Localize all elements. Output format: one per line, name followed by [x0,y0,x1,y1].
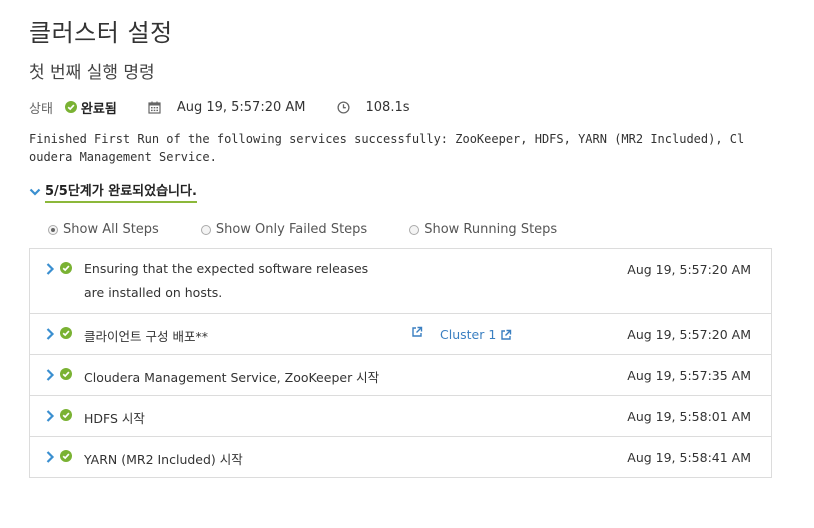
filter-label: Show All Steps [63,222,159,237]
radio-failed-steps[interactable] [200,224,211,235]
step-row: YARN (MR2 Included) 시작 Aug 19, 5:58:41 A… [30,436,771,477]
result-message: Finished First Run of the following serv… [29,132,745,164]
filter-label: Show Running Steps [424,222,558,237]
external-link-icon[interactable] [411,326,423,338]
step-name: Ensuring that the expected software rele… [84,261,369,300]
start-date: Aug 19, 5:57:20 AM [176,99,306,115]
step-filter: Show All Steps Show Only Failed Steps Sh… [48,222,599,237]
step-time: Aug 19, 5:57:20 AM [627,262,751,277]
filter-all-steps[interactable]: Show All Steps [48,222,159,237]
command-meta: 상태 완료됨 Aug 19, 5:57:20 AM 108.1s [29,97,410,117]
clock-icon [336,99,352,115]
chevron-right-icon[interactable] [45,450,55,464]
chevron-down-icon [29,187,41,197]
cluster-link[interactable]: Cluster 1 [440,325,512,345]
filter-failed-steps[interactable]: Show Only Failed Steps [200,222,368,237]
chevron-right-icon[interactable] [45,409,55,423]
check-circle-icon [60,262,72,274]
calendar-icon [147,99,163,115]
chevron-right-icon[interactable] [45,262,55,276]
step-name: YARN (MR2 Included) 시작 [84,452,243,467]
step-row: HDFS 시작 Aug 19, 5:58:01 AM [30,395,771,436]
step-row: 클라이언트 구성 배포** Cluster 1 Aug 19, 5:57:20 … [30,313,771,354]
step-name: Cloudera Management Service, ZooKeeper 시… [84,370,380,385]
check-circle-icon [60,327,72,339]
chevron-right-icon[interactable] [45,368,55,382]
step-time: Aug 19, 5:57:20 AM [627,327,751,342]
external-link-icon [496,329,512,341]
check-circle-icon [60,409,72,421]
step-row: Ensuring that the expected software rele… [30,249,771,313]
check-circle-icon [60,450,72,462]
page-title: 클러스터 설정 [29,19,173,47]
filter-label: Show Only Failed Steps [215,222,368,237]
status-value: 완료됨 [80,101,117,117]
filter-running-steps[interactable]: Show Running Steps [409,222,557,237]
step-time: Aug 19, 5:57:35 AM [627,368,751,383]
page-subtitle: 첫 번째 실행 명령 [29,63,155,83]
steps-summary: 5/5단계가 완료되었습니다. [45,180,197,203]
step-time: Aug 19, 5:58:01 AM [627,409,751,424]
check-circle-icon [64,101,77,113]
radio-running-steps[interactable] [409,224,420,235]
chevron-right-icon[interactable] [45,327,55,341]
status-label: 상태 [29,101,53,117]
check-circle-icon [60,368,72,380]
step-name: HDFS 시작 [84,411,145,426]
radio-all-steps[interactable] [48,224,58,235]
steps-toggle[interactable]: 5/5단계가 완료되었습니다. [29,180,197,203]
steps-table: Ensuring that the expected software rele… [29,248,772,478]
duration: 108.1s [365,99,410,115]
step-name: 클라이언트 구성 배포** [84,329,208,344]
cluster-link-label: Cluster 1 [440,327,497,342]
step-time: Aug 19, 5:58:41 AM [627,450,751,465]
step-row: Cloudera Management Service, ZooKeeper 시… [30,354,771,395]
